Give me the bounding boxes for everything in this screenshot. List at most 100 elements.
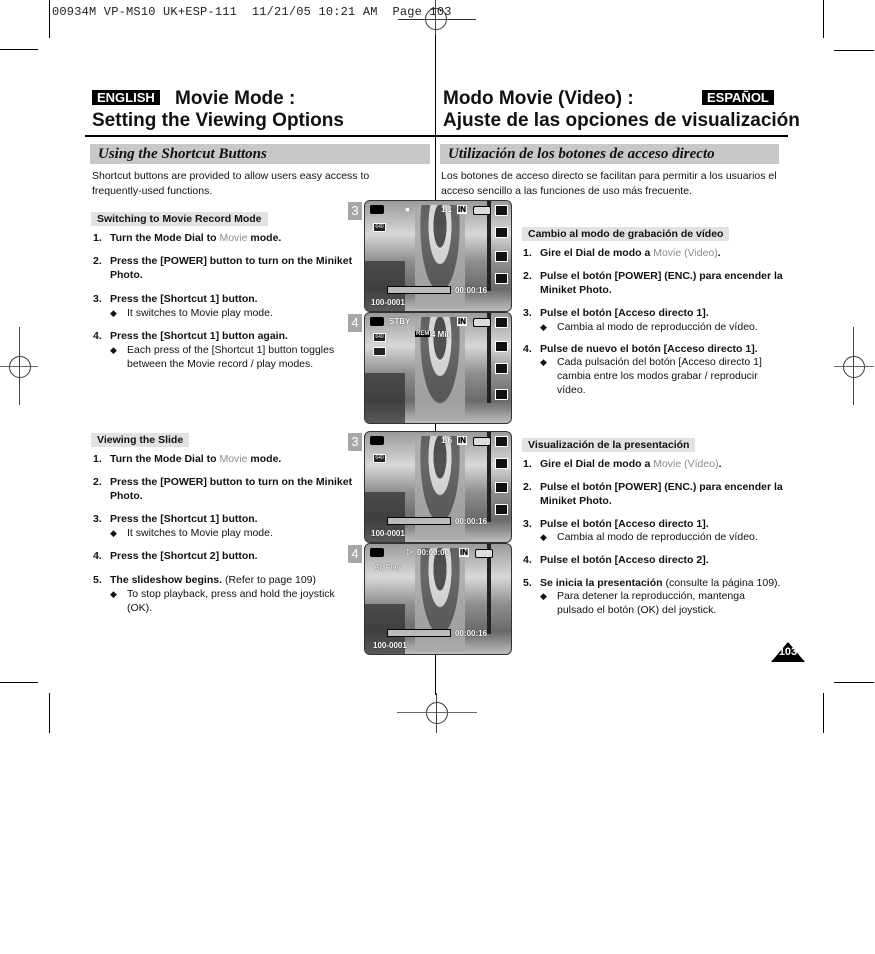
file-number: 100-0001 bbox=[371, 529, 405, 538]
spanish-switching-step-2: 2. Pulse el botón [POWER] (ENC.) para en… bbox=[523, 270, 783, 296]
quality-icon bbox=[373, 347, 386, 356]
battery-icon bbox=[475, 549, 493, 558]
crop-mark bbox=[49, 0, 50, 38]
camera-screen-play-mode: □ 1/6 IN 640 00:00:16 100-0001 bbox=[364, 431, 512, 543]
file-counter: 1/6 bbox=[441, 436, 453, 445]
spanish-switching-step-3: 3. Pulse el botón [Acceso directo 1]. bbox=[523, 307, 709, 319]
memory-indicator: IN bbox=[457, 436, 467, 445]
slideshow-icon bbox=[495, 458, 508, 469]
playback-progress-bar bbox=[387, 517, 451, 525]
spanish-switching-step-1: 1. Gire el Dial de modo a Movie (Video). bbox=[523, 247, 721, 259]
play-time: 00:00:00 bbox=[417, 548, 450, 557]
spanish-intro: Los botones de acceso directo se facilit… bbox=[441, 170, 777, 197]
english-switching-heading: Switching to Movie Record Mode bbox=[91, 212, 268, 226]
protect-icon bbox=[495, 251, 508, 262]
slug-underline bbox=[398, 19, 476, 20]
record-mode-icon bbox=[495, 341, 508, 352]
spanish-slide-step-1: 1. Gire el Dial de modo a Movie (Vídeo). bbox=[523, 458, 722, 470]
play-icon bbox=[495, 205, 508, 216]
camera-screen-play-mode: ■ 1/1 IN 640 00:00:16 100-0001 bbox=[364, 200, 512, 312]
slideshow-icon bbox=[495, 227, 508, 238]
screenshot-step-number: 3 bbox=[348, 202, 362, 220]
spanish-switching-heading: Cambio al modo de grabación de vídeo bbox=[522, 227, 730, 241]
english-slide-step-5-note: ◆ To stop playback, press and hold the j… bbox=[110, 588, 335, 614]
bullet-diamond-icon: ◆ bbox=[540, 532, 547, 542]
english-title-line2: Setting the Viewing Options bbox=[92, 110, 344, 131]
english-slide-step-3: 3. Press the [Shortcut 1] button. bbox=[93, 513, 258, 525]
crop-mark bbox=[0, 49, 38, 50]
all-play-label: All Play bbox=[374, 563, 401, 572]
file-number: 100-0001 bbox=[371, 298, 405, 307]
bullet-diamond-icon: ◆ bbox=[540, 357, 547, 367]
bullet-diamond-icon: ◆ bbox=[110, 345, 117, 355]
resolution-icon: 640 bbox=[373, 333, 386, 342]
crop-mark bbox=[49, 693, 50, 733]
movie-camera-icon bbox=[370, 317, 384, 326]
english-title-line1: Movie Mode : bbox=[175, 88, 296, 109]
spanish-slide-step-4: 4. Pulse el botón [Acceso directo 2]. bbox=[523, 554, 709, 566]
english-title-rule bbox=[85, 135, 435, 137]
spanish-badge: ESPAÑOL bbox=[702, 90, 774, 105]
focus-icon bbox=[495, 363, 508, 374]
crop-mark bbox=[823, 0, 824, 38]
screenshot-step-number: 3 bbox=[348, 433, 362, 451]
spanish-slide-step-5: 5. Se inicia la presentación (consulte l… bbox=[523, 577, 781, 589]
play-icon bbox=[495, 317, 508, 328]
spanish-title-rule bbox=[436, 135, 788, 137]
file-counter: 1/1 bbox=[441, 205, 453, 214]
spanish-switching-step-4: 4. Pulse de nuevo el botón [Acceso direc… bbox=[523, 343, 758, 355]
english-slide-step-3-note: ◆ It switches to Movie play mode. bbox=[110, 527, 273, 539]
movie-camera-icon bbox=[370, 548, 384, 557]
memory-indicator: IN bbox=[457, 205, 467, 214]
page-number: 103 bbox=[778, 646, 798, 658]
delete-icon bbox=[495, 273, 508, 284]
movie-camera-icon bbox=[370, 205, 384, 214]
bullet-diamond-icon: ◆ bbox=[110, 589, 117, 599]
spanish-switching-step-4-note: ◆ Cada pulsación del botón [Acceso direc… bbox=[540, 356, 762, 396]
english-slide-step-4: 4. Press the [Shortcut 2] button. bbox=[93, 550, 258, 562]
battery-icon bbox=[473, 437, 491, 446]
battery-icon bbox=[473, 318, 491, 327]
remaining-label: REM bbox=[415, 331, 431, 337]
camera-screen-record-mode: STBY REM 4 Min IN 640 bbox=[364, 312, 512, 424]
top-indicator: ■ bbox=[405, 205, 410, 214]
bullet-diamond-icon: ◆ bbox=[540, 322, 547, 332]
crop-mark bbox=[0, 682, 38, 683]
spanish-slide-step-3: 3. Pulse el botón [Acceso directo 1]. bbox=[523, 518, 709, 530]
playback-progress-bar bbox=[387, 286, 451, 294]
crop-mark bbox=[834, 682, 874, 683]
elapsed-time: 00:00:16 bbox=[455, 629, 488, 638]
spanish-slide-heading: Visualización de la presentación bbox=[522, 438, 696, 452]
spanish-section-heading: Utilización de los botones de acceso dir… bbox=[440, 144, 779, 164]
spanish-slide-step-2: 2. Pulse el botón [POWER] (ENC.) para en… bbox=[523, 481, 783, 507]
file-number: 100-0001 bbox=[373, 641, 407, 650]
spanish-title-line1: Modo Movie (Video) : bbox=[443, 88, 634, 109]
english-switching-step-4: 4. Press the [Shortcut 1] button again. bbox=[93, 330, 288, 342]
english-switching-step-3-note: ◆ It switches to Movie play mode. bbox=[110, 307, 273, 319]
hand-icon bbox=[495, 389, 508, 400]
english-intro: Shortcut buttons are provided to allow u… bbox=[92, 170, 370, 197]
print-slug: 00934M VP-MS10 UK+ESP-111 11/21/05 10:21… bbox=[52, 5, 452, 19]
bullet-diamond-icon: ◆ bbox=[110, 528, 117, 538]
play-icon bbox=[495, 436, 508, 447]
bullet-diamond-icon: ◆ bbox=[110, 308, 117, 318]
english-slide-step-1: 1. Turn the Mode Dial to Movie mode. bbox=[93, 453, 282, 465]
top-indicator: □ bbox=[405, 435, 410, 444]
memory-indicator: IN bbox=[457, 317, 467, 326]
spanish-title-line2: Ajuste de las opciones de visualización bbox=[443, 110, 800, 131]
english-switching-step-1: 1. Turn the Mode Dial to Movie mode. bbox=[93, 232, 282, 244]
screenshot-step-number: 4 bbox=[348, 314, 362, 332]
english-badge: ENGLISH bbox=[92, 90, 160, 105]
standby-status: STBY bbox=[389, 317, 411, 326]
play-triangle-icon: ▷ bbox=[407, 547, 414, 556]
movie-camera-icon bbox=[370, 436, 384, 445]
resolution-icon: 640 bbox=[373, 223, 386, 232]
bullet-diamond-icon: ◆ bbox=[540, 591, 547, 601]
english-section-heading: Using the Shortcut Buttons bbox=[90, 144, 430, 164]
english-slide-heading: Viewing the Slide bbox=[91, 433, 190, 447]
remaining-time: 4 Min bbox=[431, 330, 452, 339]
screenshot-step-number: 4 bbox=[348, 545, 362, 563]
memory-indicator: IN bbox=[459, 548, 469, 557]
english-switching-step-3: 3. Press the [Shortcut 1] button. bbox=[93, 293, 258, 305]
english-switching-step-2: 2. Press the [POWER] button to turn on t… bbox=[93, 255, 353, 281]
